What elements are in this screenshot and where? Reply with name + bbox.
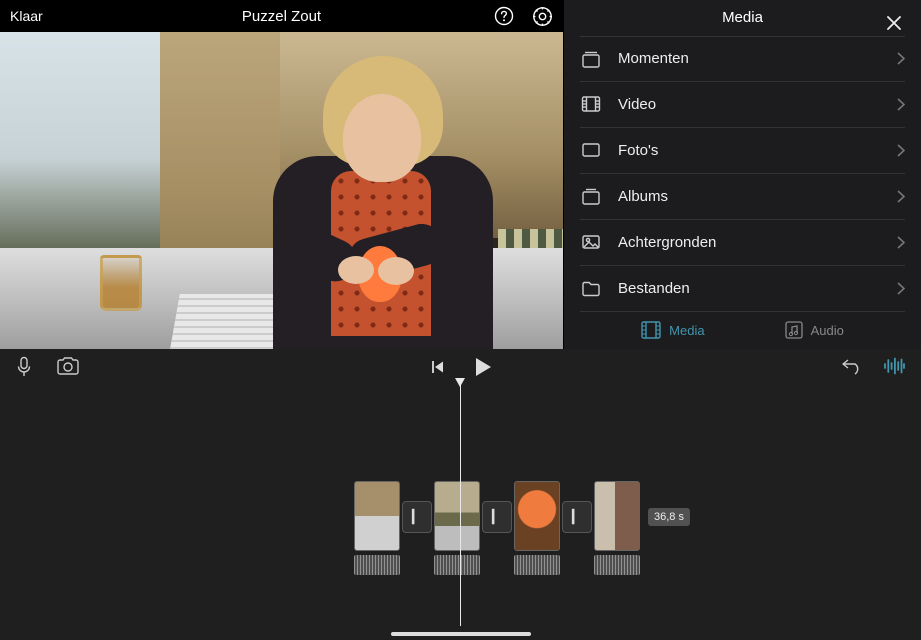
chevron-right-icon <box>897 282 905 295</box>
media-category-list: Momenten Video Foto's Albums Achtergrond <box>564 36 921 312</box>
tab-media-label: Media <box>669 323 704 338</box>
project-title: Puzzel Zout <box>0 8 563 25</box>
media-panel-title: Media <box>722 9 763 26</box>
audio-waveform <box>594 555 640 575</box>
transition-button[interactable]: ▎ <box>402 501 432 533</box>
transition-button[interactable]: ▎ <box>562 501 592 533</box>
preview-panel: Klaar Puzzel Zout <box>0 0 563 349</box>
play-icon[interactable] <box>474 357 492 377</box>
settings-icon[interactable] <box>532 6 553 27</box>
image-icon <box>580 231 602 253</box>
album-icon <box>580 185 602 207</box>
media-item-label: Achtergronden <box>618 234 897 251</box>
preview-topbar: Klaar Puzzel Zout <box>0 0 563 32</box>
transition-button[interactable]: ▎ <box>482 501 512 533</box>
media-item-label: Foto's <box>618 142 897 159</box>
media-item-files[interactable]: Bestanden <box>580 266 905 312</box>
video-preview[interactable] <box>0 32 563 349</box>
film-icon <box>580 93 602 115</box>
home-indicator <box>391 632 531 636</box>
media-item-backgrounds[interactable]: Achtergronden <box>580 220 905 266</box>
undo-icon[interactable] <box>841 357 863 375</box>
chevron-right-icon <box>897 52 905 65</box>
media-item-label: Momenten <box>618 50 897 67</box>
media-item-photos[interactable]: Foto's <box>580 128 905 174</box>
duration-badge: 36,8 s <box>648 508 690 526</box>
media-item-label: Bestanden <box>618 280 897 297</box>
waveform-toggle-icon[interactable] <box>883 357 905 375</box>
playhead[interactable] <box>460 385 461 626</box>
audio-waveform <box>514 555 560 575</box>
audio-waveform <box>434 555 480 575</box>
tab-media[interactable]: Media <box>641 321 704 339</box>
close-icon[interactable] <box>885 14 903 32</box>
folder-icon <box>580 277 602 299</box>
stack-icon <box>580 48 602 70</box>
media-item-label: Video <box>618 96 897 113</box>
tab-audio-label: Audio <box>811 323 844 338</box>
done-button[interactable]: Klaar <box>10 8 43 24</box>
audio-waveform <box>354 555 400 575</box>
chevron-right-icon <box>897 190 905 203</box>
media-item-video[interactable]: Video <box>580 82 905 128</box>
clip-3[interactable] <box>514 481 560 575</box>
timeline-panel: ▎ ▎ ▎ 36,8 s <box>0 349 921 640</box>
photo-icon <box>580 139 602 161</box>
media-item-label: Albums <box>618 188 897 205</box>
media-item-albums[interactable]: Albums <box>580 174 905 220</box>
go-to-start-icon[interactable] <box>430 359 446 375</box>
clip-4[interactable] <box>594 481 640 575</box>
timeline-track[interactable]: ▎ ▎ ▎ 36,8 s <box>0 385 921 640</box>
voiceover-icon[interactable] <box>16 356 32 378</box>
media-panel: Media Momenten Video Foto's <box>563 0 921 349</box>
help-icon[interactable] <box>494 6 514 26</box>
chevron-right-icon <box>897 144 905 157</box>
tab-audio[interactable]: Audio <box>785 321 844 339</box>
clip-1[interactable] <box>354 481 400 575</box>
chevron-right-icon <box>897 98 905 111</box>
chevron-right-icon <box>897 236 905 249</box>
clip-2[interactable] <box>434 481 480 575</box>
camera-icon[interactable] <box>56 356 80 378</box>
media-item-moments[interactable]: Momenten <box>580 36 905 82</box>
